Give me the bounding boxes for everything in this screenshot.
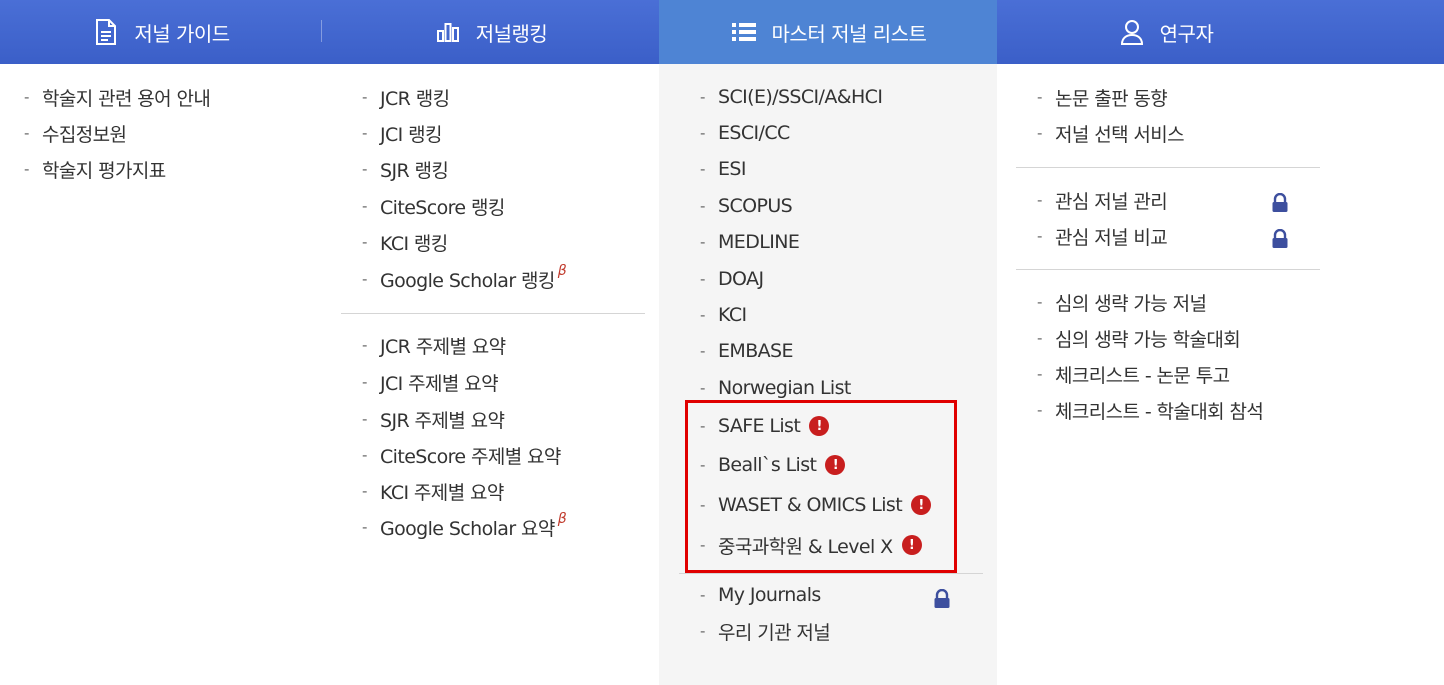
menu-item-google-scholar-summary[interactable]: - Google Scholar 요약 β [362, 511, 567, 542]
menu-item-kci[interactable]: - KCI [700, 300, 747, 330]
tab-label: 저널랭킹 [475, 21, 548, 46]
warning-icon: ! [901, 535, 922, 555]
tab-master-journal-list[interactable]: 마스터 저널 리스트 [659, 0, 997, 64]
menu-item-doaj[interactable]: - DOAJ [700, 264, 764, 294]
menu-item-citescore-ranking[interactable]: - CiteScore 랭킹 [362, 191, 505, 221]
menu-item-jci-ranking[interactable]: - JCI 랭킹 [362, 118, 442, 148]
menu-item-review-exempt-conferences[interactable]: - 심의 생략 가능 학술대회 [1037, 323, 1241, 353]
tab-journal-guide[interactable]: 저널 가이드 [0, 0, 322, 64]
menu-item-esci-cc[interactable]: - ESCI/CC [700, 118, 790, 148]
lock-icon [933, 588, 951, 609]
menu-item-compare-favorites[interactable]: - 관심 저널 비교 [1037, 221, 1168, 251]
menu-item-embase[interactable]: - EMBASE [700, 336, 794, 366]
menu-item-medline[interactable]: - MEDLINE [700, 227, 800, 257]
menu-item-journal-selection[interactable]: - 저널 선택 서비스 [1037, 118, 1185, 148]
menu-item-jci-summary[interactable]: - JCI 주제별 요약 [362, 367, 499, 397]
menu-item-jcr-ranking[interactable]: - JCR 랭킹 [362, 82, 450, 112]
menu-item-citescore-summary[interactable]: - CiteScore 주제별 요약 [362, 440, 561, 470]
menu-item-publication-trends[interactable]: - 논문 출판 동향 [1037, 82, 1168, 112]
menu-item-esi[interactable]: - ESI [700, 154, 746, 184]
menu-item-scopus[interactable]: - SCOPUS [700, 191, 793, 221]
beta-badge: β [557, 263, 567, 279]
tab-label: 마스터 저널 리스트 [771, 21, 927, 46]
menu-item-evaluation-metrics[interactable]: - 학술지 평가지표 [24, 154, 166, 184]
menu-item-review-exempt-journals[interactable]: - 심의 생략 가능 저널 [1037, 287, 1207, 317]
top-navigation-bar: 저널 가이드 저널랭킹 마스터 저널 리스트 연구자 [0, 0, 1444, 64]
list-icon [730, 18, 758, 46]
lock-icon [1271, 192, 1289, 213]
menu-item-sjr-summary[interactable]: - SJR 주제별 요약 [362, 404, 505, 434]
tab-label: 연구자 [1159, 21, 1214, 46]
menu-item-sources[interactable]: - 수집정보원 [24, 118, 127, 148]
divider [341, 313, 645, 314]
menu-item-checklist-conference[interactable]: - 체크리스트 - 학술대회 참석 [1037, 395, 1264, 425]
menu-item-manage-favorites[interactable]: - 관심 저널 관리 [1037, 185, 1168, 215]
tab-researcher[interactable]: 연구자 [997, 0, 1444, 64]
menu-item-jcr-summary[interactable]: - JCR 주제별 요약 [362, 330, 506, 360]
divider [679, 573, 983, 574]
menu-item-cas-level-x[interactable]: - 중국과학원 & Level X! [700, 530, 922, 560]
document-icon [92, 18, 120, 46]
menu-item-my-journals[interactable]: - My Journals [700, 580, 821, 610]
menu-item-norwegian-list[interactable]: - Norwegian List [700, 373, 851, 403]
menu-item-waset-omics-list[interactable]: - WASET & OMICS List! [700, 490, 932, 520]
menu-item-kci-summary[interactable]: - KCI 주제별 요약 [362, 476, 504, 506]
divider [1016, 167, 1320, 168]
menu-item-checklist-submission[interactable]: - 체크리스트 - 논문 투고 [1037, 359, 1230, 389]
menu-item-terms-guide[interactable]: - 학술지 관련 용어 안내 [24, 82, 211, 112]
menu-item-bealls-list[interactable]: - Beall`s List! [700, 450, 846, 480]
menu-item-sjr-ranking[interactable]: - SJR 랭킹 [362, 154, 449, 184]
tab-journal-ranking[interactable]: 저널랭킹 [322, 0, 659, 64]
bar-chart-icon [434, 18, 462, 46]
lock-icon [1271, 228, 1289, 249]
menu-item-google-scholar-ranking[interactable]: - Google Scholar 랭킹 β [362, 263, 567, 294]
beta-badge: β [557, 511, 567, 527]
menu-item-institution-journals[interactable]: - 우리 기관 저널 [700, 616, 831, 646]
divider [1016, 269, 1320, 270]
user-icon [1118, 18, 1146, 46]
menu-item-safe-list[interactable]: - SAFE List! [700, 411, 830, 441]
menu-item-sci-ssci-ahci[interactable]: - SCI(E)/SSCI/A&HCI [700, 82, 883, 112]
warning-icon: ! [825, 455, 846, 475]
warning-icon: ! [809, 416, 830, 436]
warning-icon: ! [911, 495, 932, 515]
menu-item-kci-ranking[interactable]: - KCI 랭킹 [362, 227, 448, 257]
tab-label: 저널 가이드 [134, 21, 230, 46]
